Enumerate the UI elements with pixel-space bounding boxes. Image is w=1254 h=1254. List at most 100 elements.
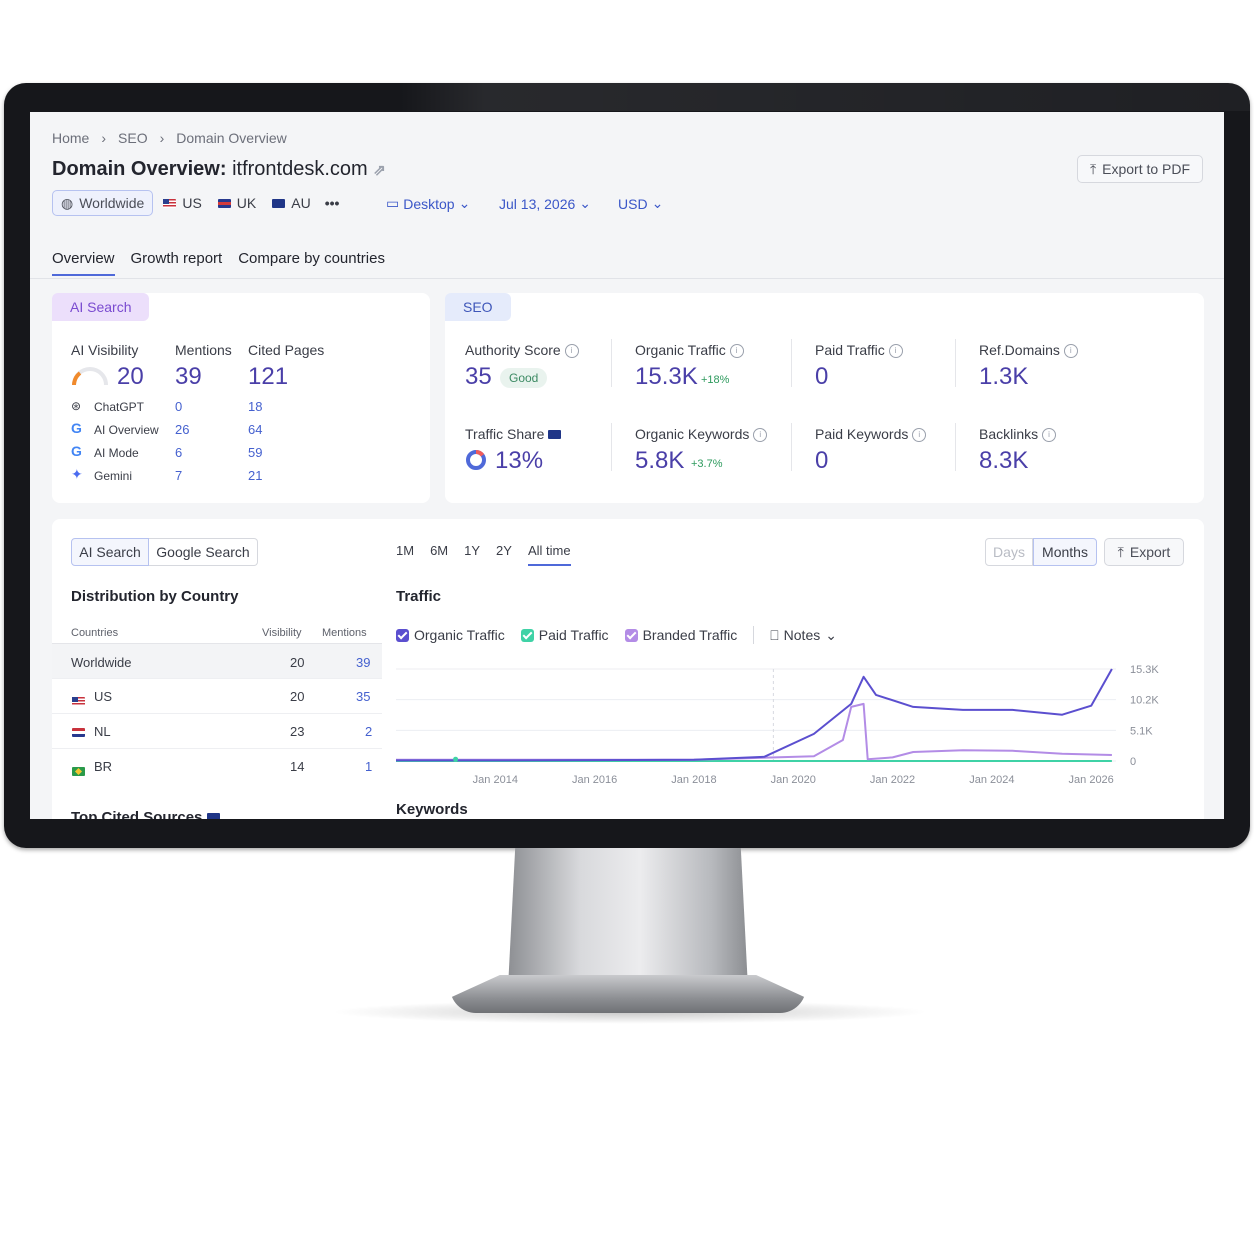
divider xyxy=(955,339,956,387)
info-icon[interactable]: i xyxy=(888,344,903,359)
chevron-right-icon: › xyxy=(159,130,165,146)
source-mentions[interactable]: 6 xyxy=(175,445,182,460)
region-uk[interactable]: UK xyxy=(217,195,256,211)
bezel-glare xyxy=(400,83,1250,111)
table-row[interactable]: BR 14 1 xyxy=(52,748,382,784)
traffic-share-label: Traffic Share xyxy=(465,426,562,442)
country-mentions[interactable]: 1 xyxy=(365,759,372,774)
source-cited[interactable]: 21 xyxy=(248,468,262,483)
source-cited[interactable]: 18 xyxy=(248,399,262,414)
source-name: Gemini xyxy=(94,469,133,483)
currency-dropdown[interactable]: USD ⌄ xyxy=(618,195,663,212)
legend-branded-traffic[interactable]: Branded Traffic xyxy=(624,627,737,643)
organic-keywords-value[interactable]: 5.8K xyxy=(635,447,684,475)
country-mentions[interactable]: 2 xyxy=(365,724,372,739)
country-mentions[interactable]: 39 xyxy=(356,655,370,670)
table-row[interactable]: US 20 35 xyxy=(52,678,382,714)
list-item: G AI Mode 6 59 xyxy=(71,443,301,468)
months-toggle[interactable]: Months xyxy=(1033,538,1097,566)
page-title-domain[interactable]: itfrontdesk.com xyxy=(232,158,368,180)
tab-overview[interactable]: Overview xyxy=(52,250,115,276)
us-flag-icon xyxy=(72,697,85,706)
divider xyxy=(791,423,792,471)
more-regions-button[interactable]: ••• xyxy=(325,195,340,211)
monitor-stand-base xyxy=(450,975,806,1013)
range-2y[interactable]: 2Y xyxy=(496,543,512,566)
region-au[interactable]: AU xyxy=(272,195,311,211)
google-search-toggle[interactable]: Google Search xyxy=(149,538,258,566)
region-selector: ◍ Worldwide US UK AU ••• xyxy=(52,190,339,216)
info-icon[interactable]: i xyxy=(1063,344,1078,359)
upload-icon: ⤒ xyxy=(1117,543,1124,560)
th-visibility[interactable]: Visibility xyxy=(262,627,302,639)
country-visibility: 20 xyxy=(290,689,305,704)
info-icon[interactable]: i xyxy=(564,344,579,359)
date-dropdown[interactable]: Jul 13, 2026 ⌄ xyxy=(499,195,591,212)
data-point xyxy=(453,756,459,762)
days-toggle[interactable]: Days xyxy=(985,538,1033,566)
info-icon[interactable]: i xyxy=(1042,428,1057,443)
th-mentions[interactable]: Mentions xyxy=(322,627,367,639)
range-1y[interactable]: 1Y xyxy=(464,543,480,566)
country-visibility: 20 xyxy=(290,655,305,670)
info-icon[interactable]: i xyxy=(729,344,744,359)
x-tick-label: Jan 2016 xyxy=(572,774,617,786)
chart-legend: Organic Traffic Paid Traffic Branded Tra… xyxy=(396,626,837,644)
paid-keywords-value[interactable]: 0 xyxy=(815,447,828,475)
legend-paid-traffic[interactable]: Paid Traffic xyxy=(520,627,609,643)
authority-good-badge: Good xyxy=(500,368,548,388)
tab-growth-report[interactable]: Growth report xyxy=(131,250,223,276)
au-flag-icon xyxy=(548,430,562,439)
device-dropdown[interactable]: ▭ Desktop ⌄ xyxy=(386,195,470,212)
paid-traffic-value[interactable]: 0 xyxy=(815,363,828,391)
external-link-icon[interactable]: ⇗ xyxy=(373,162,386,179)
page-title: Domain Overview: itfrontdesk.com ⇗ xyxy=(52,158,386,181)
chevron-right-icon: › xyxy=(101,130,107,146)
region-us[interactable]: US xyxy=(163,195,202,211)
note-icon: ⎕ xyxy=(770,626,779,643)
au-flag-icon xyxy=(272,198,286,208)
backlinks-value[interactable]: 8.3K xyxy=(979,447,1028,475)
region-worldwide[interactable]: ◍ Worldwide xyxy=(52,190,154,216)
table-row[interactable]: Worldwide 20 39 xyxy=(52,643,382,679)
ai-visibility-label: AI Visibility xyxy=(71,342,139,358)
range-all-time[interactable]: All time xyxy=(527,543,571,566)
notes-dropdown[interactable]: ⎕ Notes ⌄ xyxy=(770,627,837,644)
y-tick-label: 0 xyxy=(1130,756,1136,768)
ref-domains-label: Ref.Domains i xyxy=(979,342,1078,359)
chevron-down-icon: ⌄ xyxy=(651,195,664,211)
organic-traffic-value[interactable]: 15.3K xyxy=(635,363,698,391)
page-title-prefix: Domain Overview: xyxy=(52,158,227,180)
export-pdf-button[interactable]: ⤒ Export to PDF xyxy=(1077,155,1203,183)
country-mentions[interactable]: 35 xyxy=(356,689,370,704)
seo-card: SEO Authority Score i 35 Good Organic Tr… xyxy=(445,293,1204,503)
chevron-down-icon: ⌄ xyxy=(579,195,592,211)
source-mentions[interactable]: 26 xyxy=(175,422,189,437)
ref-domains-value[interactable]: 1.3K xyxy=(979,363,1028,391)
breadcrumb-seo[interactable]: SEO xyxy=(118,130,148,146)
legend-organic-traffic[interactable]: Organic Traffic xyxy=(396,627,505,643)
table-row[interactable]: NL 23 2 xyxy=(52,713,382,749)
ai-search-toggle[interactable]: AI Search xyxy=(71,538,149,566)
chevron-down-icon: ⌄ xyxy=(825,626,837,643)
desktop-icon: ▭ xyxy=(386,195,400,211)
export-pdf-label: Export to PDF xyxy=(1102,161,1191,177)
source-cited[interactable]: 64 xyxy=(248,422,262,437)
range-6m[interactable]: 6M xyxy=(430,543,448,566)
y-tick-label: 5.1K xyxy=(1130,725,1153,737)
source-mentions[interactable]: 0 xyxy=(175,399,182,414)
x-tick-label: Jan 2022 xyxy=(870,774,915,786)
export-label: Export xyxy=(1129,544,1171,560)
source-name: ChatGPT xyxy=(94,400,145,414)
br-flag-icon xyxy=(72,767,85,776)
source-mentions[interactable]: 7 xyxy=(175,468,182,483)
keywords-title: Keywords xyxy=(396,801,468,818)
paid-traffic-label: Paid Traffic i xyxy=(815,342,903,359)
breadcrumb-home[interactable]: Home xyxy=(52,130,89,146)
info-icon[interactable]: i xyxy=(912,428,927,443)
range-1m[interactable]: 1M xyxy=(396,543,414,566)
tab-compare-by-countries[interactable]: Compare by countries xyxy=(238,250,385,276)
export-button[interactable]: ⤒ Export xyxy=(1104,538,1184,566)
info-icon[interactable]: i xyxy=(753,428,768,443)
source-cited[interactable]: 59 xyxy=(248,445,262,460)
